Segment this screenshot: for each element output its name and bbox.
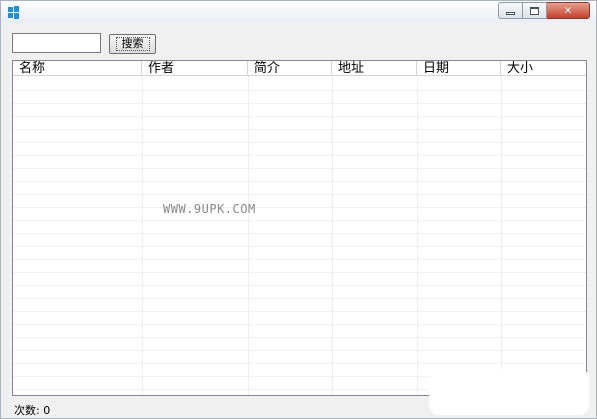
- results-list[interactable]: 名称 作者 简介 地址 日期 大小: [12, 60, 587, 396]
- grid-line-horizontal: [13, 272, 586, 273]
- grid-line-horizontal: [13, 298, 586, 299]
- watermark-text: WWW.9UPK.COM: [163, 202, 256, 216]
- grid-line-horizontal: [13, 129, 586, 130]
- search-input[interactable]: [12, 33, 101, 53]
- grid-line-horizontal: [13, 233, 586, 234]
- maximize-icon: [530, 6, 539, 15]
- grid-line-horizontal: [13, 246, 586, 247]
- grid-line-vertical: [332, 76, 333, 395]
- grid-line-horizontal: [13, 168, 586, 169]
- grid-line-horizontal: [13, 194, 586, 195]
- grid-line-horizontal: [13, 155, 586, 156]
- grid-line-horizontal: [13, 259, 586, 260]
- grid-line-vertical: [142, 76, 143, 395]
- minimize-icon: [506, 12, 515, 15]
- grid-line-horizontal: [13, 324, 586, 325]
- search-button-label: 搜索: [115, 37, 150, 51]
- grid-line-horizontal: [13, 181, 586, 182]
- column-header-name[interactable]: 名称: [13, 61, 142, 76]
- blank-overlay: [429, 369, 589, 415]
- column-header-date[interactable]: 日期: [417, 61, 501, 76]
- column-header-author[interactable]: 作者: [142, 61, 248, 76]
- grid-line-horizontal: [13, 103, 586, 104]
- grid-line-horizontal: [13, 350, 586, 351]
- maximize-button[interactable]: [523, 2, 547, 19]
- search-button[interactable]: 搜索: [109, 34, 156, 54]
- grid-line-horizontal: [13, 90, 586, 91]
- grid-line-horizontal: [13, 142, 586, 143]
- count-label: 次数: 0: [14, 404, 51, 417]
- app-window: ✕ 搜索 名称 作者 简介 地址 日期 大小 WWW.9UPK.COM 次数: …: [0, 0, 597, 419]
- grid-line-horizontal: [13, 311, 586, 312]
- grid-line-vertical: [501, 76, 502, 395]
- column-header-size[interactable]: 大小: [501, 61, 586, 76]
- windows-logo-icon: [8, 6, 20, 19]
- grid-line-horizontal: [13, 220, 586, 221]
- grid-line-horizontal: [13, 337, 586, 338]
- title-bar[interactable]: ✕: [1, 1, 596, 23]
- close-button[interactable]: ✕: [547, 2, 590, 19]
- column-header-summary[interactable]: 简介: [248, 61, 332, 76]
- grid-line-horizontal: [13, 363, 586, 364]
- grid-line-horizontal: [13, 207, 586, 208]
- column-header-address[interactable]: 地址: [332, 61, 417, 76]
- close-icon: ✕: [563, 4, 573, 17]
- grid-line-horizontal: [13, 285, 586, 286]
- list-header: 名称 作者 简介 地址 日期 大小: [13, 61, 586, 76]
- grid-line-horizontal: [13, 116, 586, 117]
- minimize-button[interactable]: [498, 2, 523, 19]
- grid-line-vertical: [248, 76, 249, 395]
- grid-line-vertical: [417, 76, 418, 395]
- window-controls: ✕: [498, 2, 590, 19]
